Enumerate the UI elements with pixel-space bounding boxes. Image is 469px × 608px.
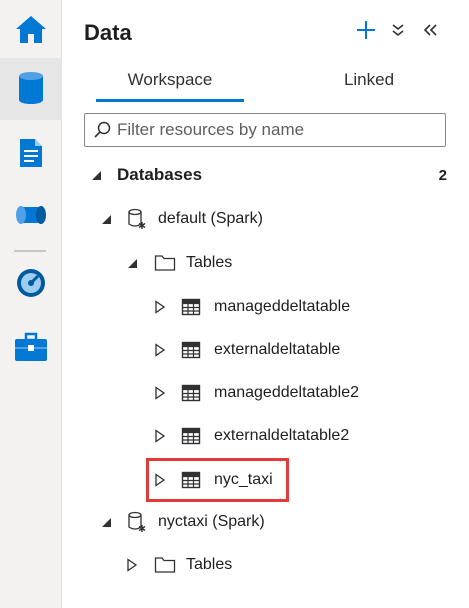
tables-folder-label: Tables: [186, 556, 233, 573]
tab-linked[interactable]: Linked: [294, 60, 444, 100]
database-label-nyctaxi: nyctaxi (Spark): [158, 513, 265, 530]
collapsed-caret-icon[interactable]: [154, 343, 166, 357]
table-row[interactable]: externaldeltatable: [62, 331, 469, 369]
highlight-box: [146, 458, 289, 502]
left-navigation-rail: [0, 0, 62, 608]
tables-folder-label: Tables: [186, 254, 233, 271]
data-panel: Data Workspace Linked Filter resources b…: [62, 0, 469, 608]
hide-panel-button[interactable]: [416, 18, 444, 46]
table-row[interactable]: manageddeltatable: [62, 288, 469, 326]
table-icon: [180, 339, 202, 361]
expanded-caret-icon[interactable]: [126, 257, 138, 269]
data-nav-button[interactable]: [0, 58, 62, 120]
panel-tabs: Workspace Linked: [84, 60, 444, 104]
tables-folder-row-nyctaxi[interactable]: Tables: [62, 546, 469, 584]
collapsed-caret-icon[interactable]: [154, 300, 166, 314]
panel-title: Data: [84, 20, 132, 45]
collapse-all-button[interactable]: [384, 18, 412, 46]
collapsed-caret-icon[interactable]: [154, 386, 166, 400]
rail-separator: [14, 250, 46, 252]
databases-count: 2: [438, 166, 447, 184]
search-icon: [93, 121, 111, 139]
develop-icon: [18, 137, 44, 174]
expanded-caret-icon[interactable]: [100, 516, 112, 528]
database-row-nyctaxi[interactable]: nyctaxi (Spark): [62, 503, 469, 541]
table-label: externaldeltatable: [214, 341, 341, 358]
expanded-caret-icon[interactable]: [90, 169, 102, 181]
folder-icon: [154, 554, 176, 576]
table-label: externaldeltatable2: [214, 427, 350, 444]
expanded-caret-icon[interactable]: [100, 213, 112, 225]
home-nav-button[interactable]: [0, 0, 62, 62]
collapsed-caret-icon[interactable]: [154, 429, 166, 443]
home-icon: [14, 13, 48, 50]
active-tab-indicator: [96, 99, 244, 102]
integrate-icon: [13, 202, 49, 233]
monitor-nav-button[interactable]: [0, 254, 62, 316]
monitor-icon: [15, 267, 47, 304]
database-label-default: default (Spark): [158, 210, 263, 227]
spark-database-icon: [126, 208, 148, 230]
data-icon: [17, 70, 45, 109]
add-resource-button[interactable]: [352, 18, 380, 46]
plus-icon: [355, 19, 377, 46]
collapsed-caret-icon[interactable]: [126, 558, 138, 572]
databases-section-label: Databases: [117, 165, 203, 184]
manage-nav-button[interactable]: [0, 318, 62, 380]
manage-icon: [13, 331, 49, 368]
double-chevron-down-icon: [391, 23, 405, 42]
spark-database-icon: [126, 511, 148, 533]
databases-section-row[interactable]: Databases 2: [62, 156, 469, 194]
double-chevron-left-icon: [423, 23, 437, 42]
table-icon: [180, 425, 202, 447]
filter-box: [84, 113, 446, 147]
table-icon: [180, 382, 202, 404]
integrate-nav-button[interactable]: [0, 186, 62, 248]
filter-input[interactable]: [117, 120, 437, 140]
table-icon: [180, 296, 202, 318]
tables-folder-row-default[interactable]: Tables: [62, 244, 469, 282]
folder-icon: [154, 252, 176, 274]
table-row[interactable]: externaldeltatable2: [62, 417, 469, 455]
table-row[interactable]: manageddeltatable2: [62, 374, 469, 412]
table-label: manageddeltatable2: [214, 384, 360, 401]
develop-nav-button[interactable]: [0, 124, 62, 186]
tab-workspace[interactable]: Workspace: [96, 60, 244, 100]
database-row-default[interactable]: default (Spark): [62, 200, 469, 238]
table-label: manageddeltatable: [214, 298, 351, 315]
